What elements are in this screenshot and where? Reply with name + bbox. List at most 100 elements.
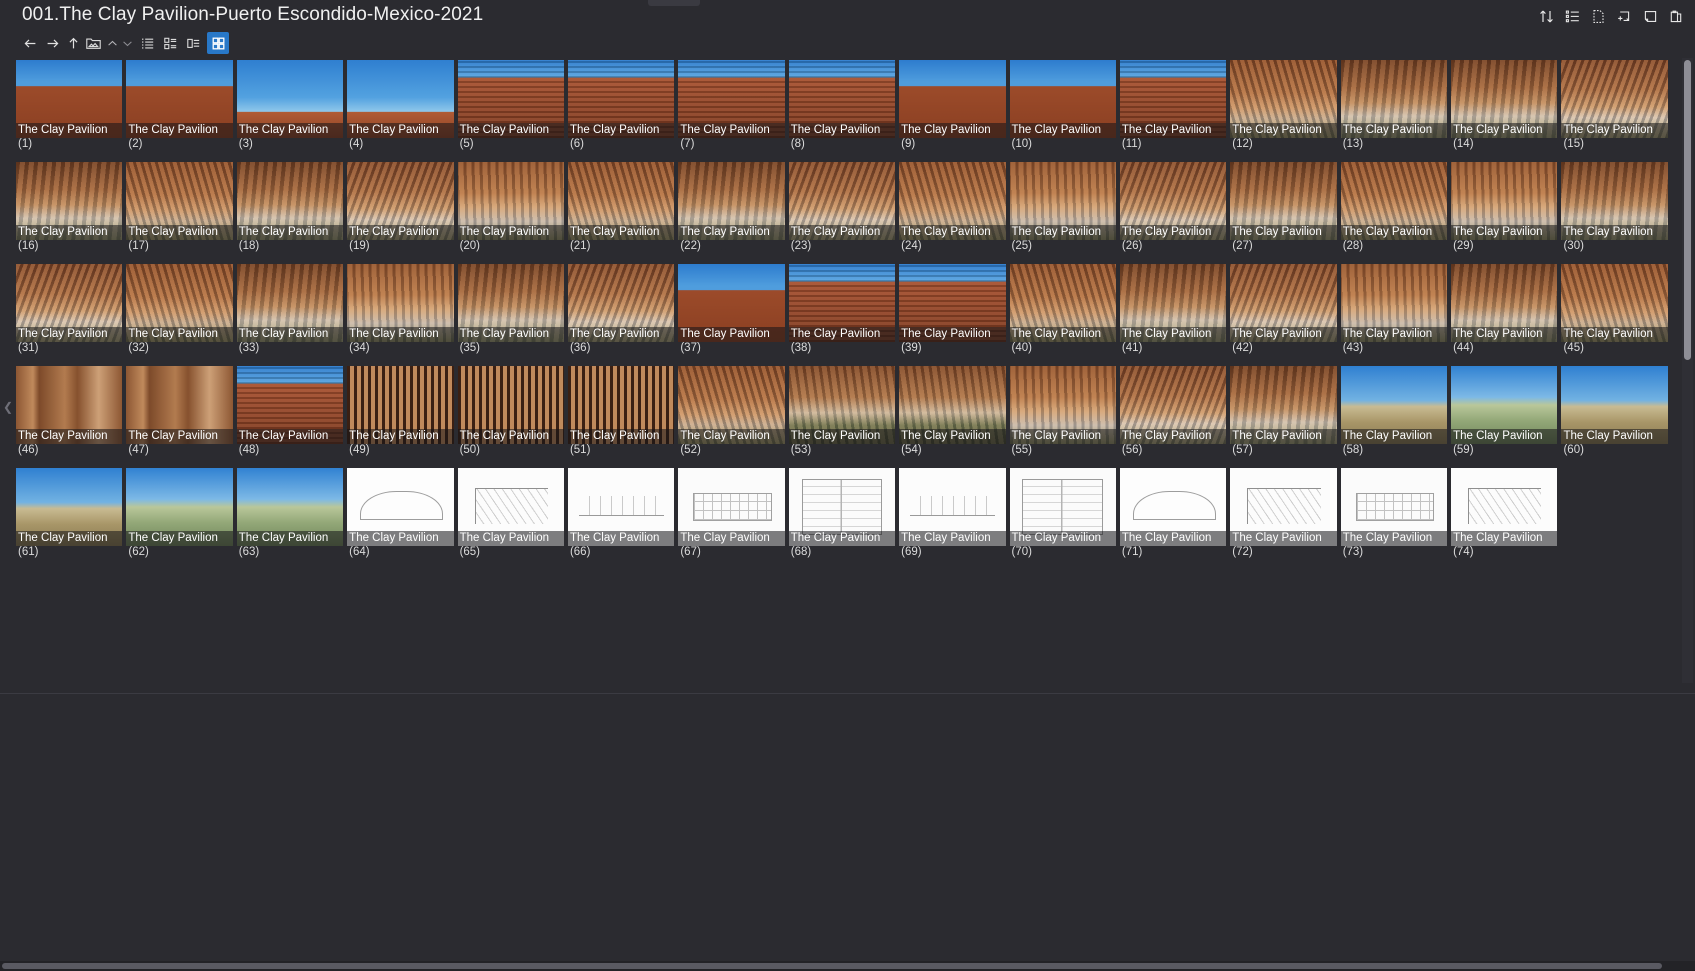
thumbnail-item[interactable]: The Clay Pavilion (68) xyxy=(787,466,897,568)
thumbnail-item[interactable]: The Clay Pavilion (4) xyxy=(345,58,455,160)
thumbnail-image[interactable]: The Clay Pavilion xyxy=(788,60,896,138)
thumbnail-item[interactable]: The Clay Pavilion (37) xyxy=(676,262,786,364)
thumbnail-image[interactable]: The Clay Pavilion xyxy=(126,366,233,444)
thumbnail-item[interactable]: The Clay Pavilion (9) xyxy=(897,58,1007,160)
page-icon[interactable] xyxy=(1637,3,1663,29)
thumbnail-image[interactable]: The Clay Pavilion xyxy=(347,366,454,444)
thumbnail-image[interactable]: The Clay Pavilion xyxy=(16,60,123,138)
thumbnail-image[interactable]: The Clay Pavilion xyxy=(1230,60,1337,138)
thumbnail-image[interactable]: The Clay Pavilion xyxy=(236,60,344,138)
thumbnail-image[interactable]: The Clay Pavilion xyxy=(567,60,675,138)
thumbnail-image[interactable]: The Clay Pavilion xyxy=(457,162,564,240)
thumbnail-image[interactable]: The Clay Pavilion xyxy=(1230,264,1337,342)
view-mode-details-button[interactable] xyxy=(159,32,181,54)
thumbnail-image[interactable]: The Clay Pavilion xyxy=(1119,162,1227,240)
thumbnail-item[interactable]: The Clay Pavilion (19) xyxy=(345,160,455,262)
thumbnail-image[interactable]: The Clay Pavilion xyxy=(1009,162,1116,240)
thumbnail-item[interactable]: The Clay Pavilion (14) xyxy=(1449,58,1559,160)
thumbnail-image[interactable]: The Clay Pavilion xyxy=(1451,366,1558,444)
thumbnail-item[interactable]: The Clay Pavilion (6) xyxy=(566,58,676,160)
list-properties-icon[interactable] xyxy=(1559,3,1585,29)
back-icon[interactable] xyxy=(19,31,41,55)
thumbnail-image[interactable]: The Clay Pavilion xyxy=(1340,468,1448,546)
thumbnail-image[interactable]: The Clay Pavilion xyxy=(457,60,564,138)
thumbnail-image[interactable]: The Clay Pavilion xyxy=(567,264,675,342)
thumbnail-image[interactable]: The Clay Pavilion xyxy=(236,264,344,342)
thumbnail-item[interactable]: The Clay Pavilion (24) xyxy=(897,160,1007,262)
thumbnail-image[interactable]: The Clay Pavilion xyxy=(788,468,896,546)
thumbnail-image[interactable]: The Clay Pavilion xyxy=(16,468,123,546)
thumbnail-item[interactable]: The Clay Pavilion (18) xyxy=(235,160,345,262)
thumbnail-item[interactable]: The Clay Pavilion (47) xyxy=(124,364,234,466)
thumbnail-image[interactable]: The Clay Pavilion xyxy=(1009,264,1116,342)
thumbnail-item[interactable]: The Clay Pavilion (50) xyxy=(456,364,566,466)
thumbnail-item[interactable]: The Clay Pavilion (51) xyxy=(566,364,676,466)
thumbnail-item[interactable]: The Clay Pavilion (25) xyxy=(1008,160,1118,262)
thumbnail-item[interactable]: The Clay Pavilion (74) xyxy=(1449,466,1559,568)
thumbnail-item[interactable]: The Clay Pavilion (44) xyxy=(1449,262,1559,364)
window-tab-stub[interactable] xyxy=(648,0,700,6)
thumbnail-image[interactable]: The Clay Pavilion xyxy=(236,468,344,546)
thumbnail-image[interactable]: The Clay Pavilion xyxy=(678,366,785,444)
chevron-down-icon[interactable] xyxy=(116,31,138,55)
thumbnail-image[interactable]: The Clay Pavilion xyxy=(236,366,344,444)
thumbnail-image[interactable]: The Clay Pavilion xyxy=(678,162,785,240)
thumbnail-image[interactable]: The Clay Pavilion xyxy=(678,468,785,546)
thumbnail-item[interactable]: The Clay Pavilion (34) xyxy=(345,262,455,364)
thumbnail-image[interactable]: The Clay Pavilion xyxy=(567,468,675,546)
thumbnail-item[interactable]: The Clay Pavilion (57) xyxy=(1228,364,1338,466)
thumbnail-image[interactable]: The Clay Pavilion xyxy=(788,264,896,342)
thumbnail-item[interactable]: The Clay Pavilion (16) xyxy=(14,160,124,262)
thumbnail-item[interactable]: The Clay Pavilion (23) xyxy=(787,160,897,262)
thumbnail-item[interactable]: The Clay Pavilion (48) xyxy=(235,364,345,466)
thumbnail-item[interactable]: The Clay Pavilion (17) xyxy=(124,160,234,262)
horizontal-scrollbar[interactable] xyxy=(0,961,1695,971)
thumbnail-image[interactable]: The Clay Pavilion xyxy=(899,162,1006,240)
thumbnail-item[interactable]: The Clay Pavilion (10) xyxy=(1008,58,1118,160)
thumbnail-item[interactable]: The Clay Pavilion (39) xyxy=(897,262,1007,364)
thumbnail-item[interactable]: The Clay Pavilion (54) xyxy=(897,364,1007,466)
thumbnail-item[interactable]: The Clay Pavilion (43) xyxy=(1339,262,1449,364)
vertical-scrollbar[interactable] xyxy=(1682,58,1693,683)
thumbnail-image[interactable]: The Clay Pavilion xyxy=(1340,366,1448,444)
thumbnail-image[interactable]: The Clay Pavilion xyxy=(567,366,675,444)
thumbnail-item[interactable]: The Clay Pavilion (49) xyxy=(345,364,455,466)
thumbnail-item[interactable]: The Clay Pavilion (26) xyxy=(1118,160,1228,262)
thumbnail-image[interactable]: The Clay Pavilion xyxy=(1009,468,1116,546)
up-icon[interactable] xyxy=(62,31,84,55)
thumbnail-image[interactable]: The Clay Pavilion xyxy=(1451,468,1558,546)
thumbnail-image[interactable]: The Clay Pavilion xyxy=(1009,366,1116,444)
thumbnail-image[interactable]: The Clay Pavilion xyxy=(788,366,896,444)
thumbnail-item[interactable]: The Clay Pavilion (52) xyxy=(676,364,786,466)
thumbnail-item[interactable]: The Clay Pavilion (69) xyxy=(897,466,1007,568)
vertical-scrollbar-thumb[interactable] xyxy=(1684,60,1691,360)
thumbnail-image[interactable]: The Clay Pavilion xyxy=(899,264,1006,342)
thumbnail-image[interactable]: The Clay Pavilion xyxy=(899,366,1006,444)
thumbnail-image[interactable]: The Clay Pavilion xyxy=(1230,468,1337,546)
thumbnail-item[interactable]: The Clay Pavilion (56) xyxy=(1118,364,1228,466)
thumbnail-item[interactable]: The Clay Pavilion (38) xyxy=(787,262,897,364)
clipboard-icon[interactable] xyxy=(1663,3,1689,29)
thumbnail-item[interactable]: The Clay Pavilion (8) xyxy=(787,58,897,160)
thumbnail-image[interactable]: The Clay Pavilion xyxy=(457,468,564,546)
thumbnail-image[interactable]: The Clay Pavilion xyxy=(457,264,564,342)
thumbnail-image[interactable]: The Clay Pavilion xyxy=(1451,60,1558,138)
new-file-icon[interactable] xyxy=(1585,3,1611,29)
thumbnail-image[interactable]: The Clay Pavilion xyxy=(788,162,896,240)
thumbnail-item[interactable]: The Clay Pavilion (63) xyxy=(235,466,345,568)
thumbnail-item[interactable]: The Clay Pavilion (5) xyxy=(456,58,566,160)
thumbnail-item[interactable]: The Clay Pavilion (32) xyxy=(124,262,234,364)
thumbnail-image[interactable]: The Clay Pavilion xyxy=(1230,162,1337,240)
thumbnail-image[interactable]: The Clay Pavilion xyxy=(1561,60,1668,138)
thumbnail-image[interactable]: The Clay Pavilion xyxy=(1561,264,1668,342)
thumbnail-item[interactable]: The Clay Pavilion (2) xyxy=(124,58,234,160)
thumbnail-image[interactable]: The Clay Pavilion xyxy=(678,60,785,138)
thumbnail-item[interactable]: The Clay Pavilion (20) xyxy=(456,160,566,262)
thumbnail-image[interactable]: The Clay Pavilion xyxy=(1119,366,1227,444)
thumbnail-grid-area[interactable]: The Clay Pavilion (1) The Clay Pavilion (2)… xyxy=(14,58,1680,683)
thumbnail-image[interactable]: The Clay Pavilion xyxy=(347,162,454,240)
thumbnail-image[interactable]: The Clay Pavilion xyxy=(347,468,454,546)
thumbnail-item[interactable]: The Clay Pavilion (53) xyxy=(787,364,897,466)
thumbnail-item[interactable]: The Clay Pavilion (22) xyxy=(676,160,786,262)
thumbnail-item[interactable]: The Clay Pavilion (42) xyxy=(1228,262,1338,364)
